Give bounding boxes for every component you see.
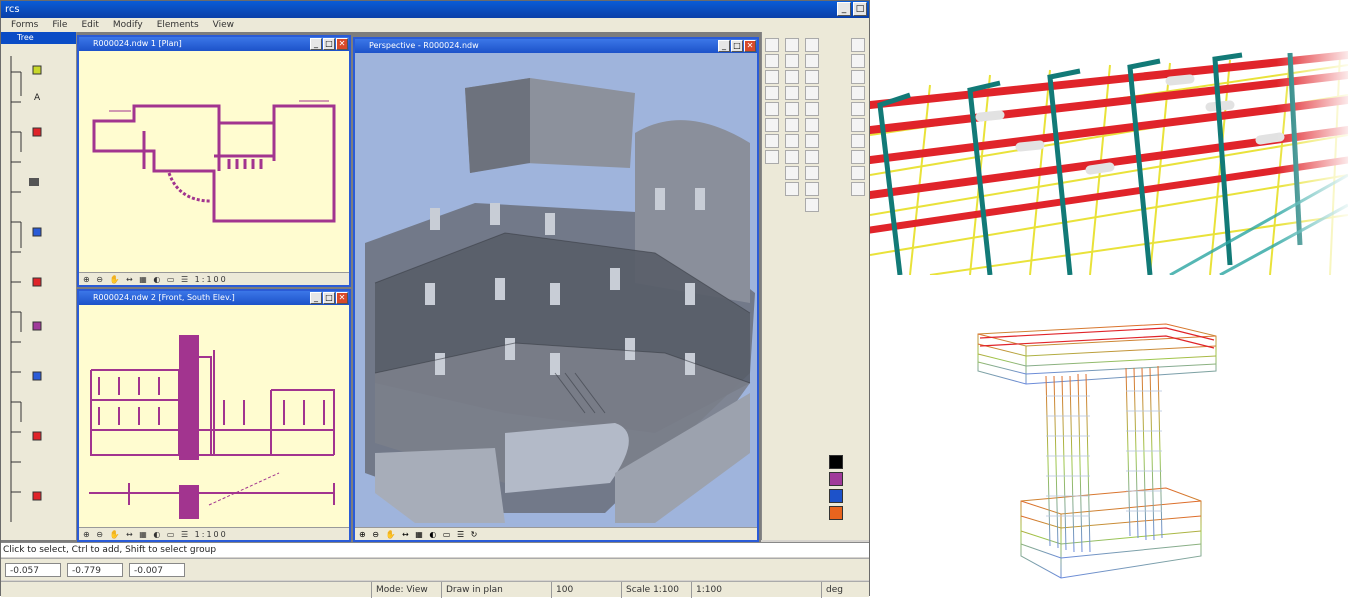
elevation-window-statusbar[interactable]: ⊕ ⊖ ✋ ↔ ▦ ◐ ▭ ☰ 1:100 (79, 527, 349, 540)
pan-icon[interactable] (851, 70, 865, 84)
rotate-tool-icon[interactable] (805, 86, 819, 100)
coord-x-field[interactable]: -0.057 (5, 563, 61, 577)
close-icon[interactable] (851, 182, 865, 196)
plan-maximize-button[interactable]: □ (323, 38, 335, 50)
mirror-tool-icon[interactable] (805, 102, 819, 116)
elevation-window-title: R000024.ndw 2 [Front, South Elev.] (93, 293, 235, 302)
snap-tool-icon[interactable] (805, 198, 819, 212)
swatch-black[interactable] (829, 455, 843, 469)
trim-tool-icon[interactable] (805, 118, 819, 132)
perspective-view-window[interactable]: Perspective - R000024.ndw _ □ ✕ ⊕ ⊖ ✋ ↔ … (353, 37, 759, 542)
plan-minimize-button[interactable]: _ (310, 38, 322, 50)
status-bar: Mode: View Draw in plan 100 Scale 1:100 … (1, 581, 869, 598)
plan-close-button[interactable]: ✕ (336, 38, 348, 50)
menu-item-forms[interactable]: Forms (11, 18, 38, 32)
coord-z-field[interactable]: -0.007 (129, 563, 185, 577)
tree-palette-title: Tree (1, 32, 76, 44)
menu-bar: Forms File Edit Modify Elements View (1, 18, 869, 32)
arc-tool-icon[interactable] (785, 70, 799, 84)
beam-tool-icon[interactable] (765, 150, 779, 164)
cad-application-window: rcs _ □ Forms File Edit Modify Elements … (0, 0, 870, 598)
persp-maximize-button[interactable]: □ (731, 40, 743, 52)
stair-tool-icon[interactable] (765, 134, 779, 148)
slab-tool-icon[interactable] (765, 102, 779, 116)
plan-window-titlebar[interactable]: R000024.ndw 1 [Plan] _ □ ✕ (79, 37, 349, 51)
roof-tool-icon[interactable] (765, 118, 779, 132)
elevation-window-titlebar[interactable]: R000024.ndw 2 [Front, South Elev.] _ □ ✕ (79, 291, 349, 305)
minimize-button[interactable]: _ (837, 2, 851, 16)
persp-minimize-button[interactable]: _ (718, 40, 730, 52)
menu-item-elements[interactable]: Elements (157, 18, 199, 32)
zoom-out-icon[interactable] (851, 54, 865, 68)
extend-tool-icon[interactable] (805, 134, 819, 148)
move-tool-icon[interactable] (805, 54, 819, 68)
layer-tool-icon[interactable] (805, 182, 819, 196)
perspective-window-title: Perspective - R000024.ndw (369, 41, 479, 50)
polyline-tool-icon[interactable] (785, 118, 799, 132)
tool-column-4 (850, 36, 866, 198)
tool-column-3 (804, 36, 820, 214)
elevation-drawing[interactable] (79, 305, 349, 528)
swatch-orange[interactable] (829, 506, 843, 520)
elev-close-button[interactable]: ✕ (336, 292, 348, 304)
menu-item-file[interactable]: File (52, 18, 67, 32)
maximize-button[interactable]: □ (853, 2, 867, 16)
offset-tool-icon[interactable] (805, 150, 819, 164)
app-titlebar[interactable]: rcs _ □ (1, 1, 869, 18)
tool-column-1 (764, 36, 780, 166)
fill-tool-icon[interactable] (785, 134, 799, 148)
properties-icon[interactable] (851, 166, 865, 180)
select-tool-icon[interactable] (805, 38, 819, 52)
rect-tool-icon[interactable] (785, 86, 799, 100)
orbit-icon[interactable] (851, 86, 865, 100)
text-tool-icon[interactable] (785, 150, 799, 164)
copy-tool-icon[interactable] (805, 70, 819, 84)
section-icon[interactable] (851, 118, 865, 132)
column-tool-icon[interactable] (765, 86, 779, 100)
door-tool-icon[interactable] (765, 54, 779, 68)
coord-y-field[interactable]: -0.779 (67, 563, 123, 577)
elev-minimize-button[interactable]: _ (310, 292, 322, 304)
swatch-purple[interactable] (829, 472, 843, 486)
line-tool-icon[interactable] (785, 38, 799, 52)
persp-close-button[interactable]: ✕ (744, 40, 756, 52)
hatch-tool-icon[interactable] (785, 182, 799, 196)
elevation-view-window[interactable]: R000024.ndw 2 [Front, South Elev.] _ □ ✕… (77, 289, 351, 542)
color-swatches (828, 452, 844, 523)
pen-tool-icon[interactable] (785, 54, 799, 68)
plan-window-title: R000024.ndw 1 [Plan] (93, 39, 182, 48)
window-tool-icon[interactable] (765, 70, 779, 84)
column-rebar-render (977, 323, 1217, 579)
elev-maximize-button[interactable]: □ (323, 292, 335, 304)
render-icon[interactable] (851, 102, 865, 116)
tree-palette: Tree A (1, 32, 77, 540)
dimension-tool-icon[interactable] (785, 166, 799, 180)
app-title: rcs (5, 4, 20, 15)
zoom-in-icon[interactable] (851, 38, 865, 52)
grid-icon[interactable] (851, 150, 865, 164)
wall-tool-icon[interactable] (765, 38, 779, 52)
delete-tool-icon[interactable] (805, 166, 819, 180)
building-3d-render[interactable] (355, 53, 757, 529)
perspective-window-statusbar[interactable]: ⊕ ⊖ ✋ ↔ ▦ ◐ ▭ ☰ ↻ (355, 527, 757, 540)
perspective-window-titlebar[interactable]: Perspective - R000024.ndw _ □ ✕ (355, 39, 757, 53)
circle-tool-icon[interactable] (785, 102, 799, 116)
floor-plan-drawing[interactable] (79, 51, 349, 273)
command-line[interactable]: Click to select, Ctrl to add, Shift to s… (1, 542, 869, 557)
tool-palettes (761, 32, 869, 540)
project-tree[interactable]: A (7, 52, 71, 532)
coordinate-bar: -0.057 -0.779 -0.007 (1, 558, 869, 580)
menu-item-edit[interactable]: Edit (81, 18, 98, 32)
menu-item-modify[interactable]: Modify (113, 18, 143, 32)
svg-text:A: A (34, 93, 41, 103)
plan-view-window[interactable]: R000024.ndw 1 [Plan] _ □ ✕ ⊕ ⊖ ✋ ↔ ▦ ◐ ▭… (77, 35, 351, 287)
rebar-cage-render (870, 45, 1348, 275)
menu-item-view[interactable]: View (213, 18, 234, 32)
measure-icon[interactable] (851, 134, 865, 148)
tool-column-2 (784, 36, 800, 198)
swatch-blue[interactable] (829, 489, 843, 503)
plan-window-statusbar[interactable]: ⊕ ⊖ ✋ ↔ ▦ ◐ ▭ ☰ 1:100 (79, 272, 349, 285)
